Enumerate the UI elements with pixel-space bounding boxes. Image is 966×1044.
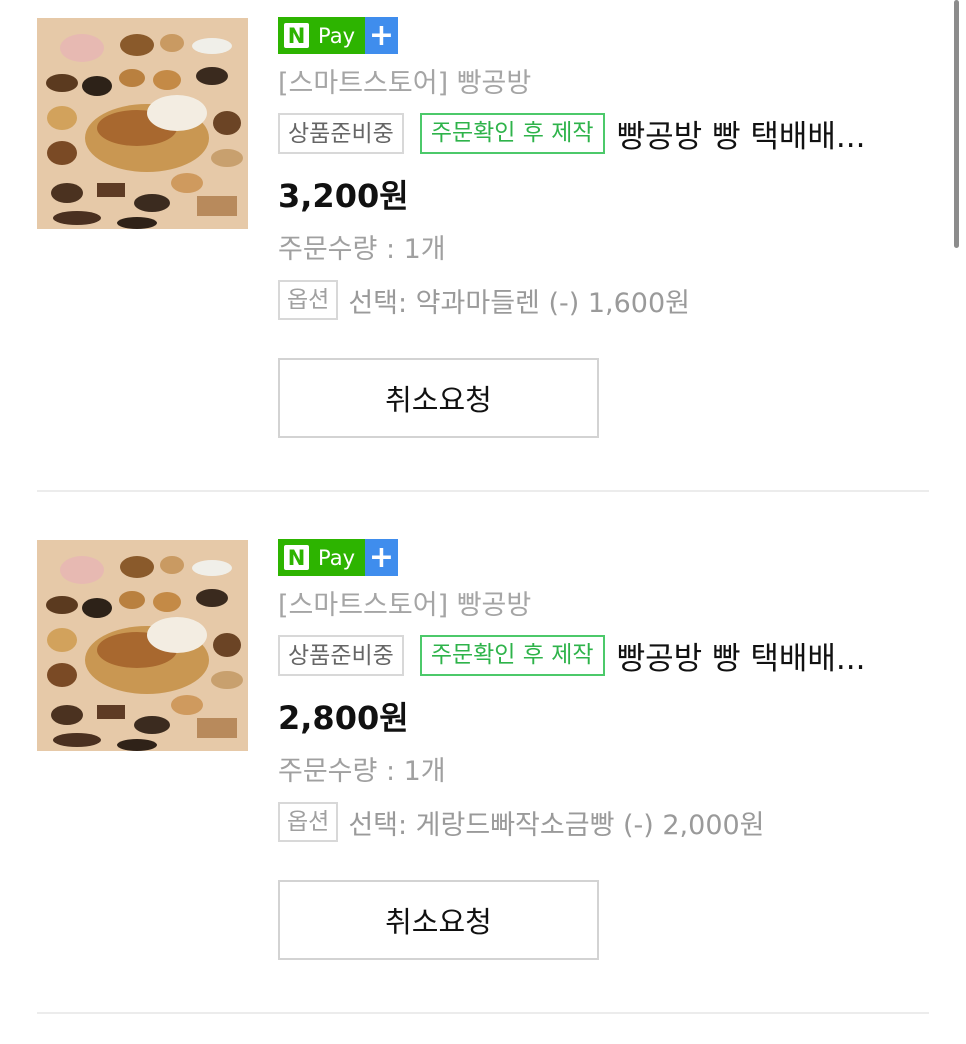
cancel-request-button[interactable]: 취소요청 — [278, 358, 599, 438]
product-name[interactable]: 빵공방 빵 택배배... — [617, 111, 866, 156]
bakery-image — [37, 540, 248, 751]
order-item: N Pay + [스마트스토어] 빵공방 상품준비중 주문확인 후 제작 빵공방… — [0, 0, 966, 522]
plus-icon: + — [365, 539, 398, 576]
product-thumbnail[interactable] — [37, 18, 248, 229]
order-quantity: 주문수량 : 1개 — [278, 234, 446, 265]
product-name[interactable]: 빵공방 빵 택배배... — [617, 633, 866, 678]
tags-row: 상품준비중 주문확인 후 제작 빵공방 빵 택배배... — [278, 111, 938, 156]
order-info: N Pay + [스마트스토어] 빵공방 상품준비중 주문확인 후 제작 빵공방… — [278, 539, 938, 842]
option-text: 선택: 게랑드빠작소금빵 (-) 2,000원 — [348, 809, 765, 841]
tags-row: 상품준비중 주문확인 후 제작 빵공방 빵 택배배... — [278, 633, 938, 678]
divider — [37, 1012, 929, 1014]
option-badge: 옵션 — [278, 802, 339, 842]
order-item: N Pay + [스마트스토어] 빵공방 상품준비중 주문확인 후 제작 빵공방… — [0, 522, 966, 1044]
npay-label: Pay — [318, 23, 356, 48]
make-to-order-badge: 주문확인 후 제작 — [419, 113, 605, 154]
option-badge: 옵션 — [278, 280, 339, 320]
divider — [37, 490, 929, 492]
order-info: N Pay + [스마트스토어] 빵공방 상품준비중 주문확인 후 제작 빵공방… — [278, 17, 938, 320]
make-to-order-badge: 주문확인 후 제작 — [419, 635, 605, 676]
npay-plus-badge: N Pay + — [278, 17, 398, 54]
cancel-request-button[interactable]: 취소요청 — [278, 880, 599, 960]
option-row: 옵션 선택: 약과마들렌 (-) 1,600원 — [278, 280, 938, 320]
npay-n-icon: N — [284, 545, 309, 570]
status-badge: 상품준비중 — [278, 635, 404, 676]
option-text: 선택: 약과마들렌 (-) 1,600원 — [348, 287, 690, 319]
npay-logo: N Pay — [278, 539, 365, 576]
npay-n-icon: N — [284, 23, 309, 48]
option-row: 옵션 선택: 게랑드빠작소금빵 (-) 2,000원 — [278, 802, 938, 842]
order-quantity: 주문수량 : 1개 — [278, 756, 446, 787]
order-list: N Pay + [스마트스토어] 빵공방 상품준비중 주문확인 후 제작 빵공방… — [0, 0, 966, 1044]
npay-logo: N Pay — [278, 17, 365, 54]
store-name[interactable]: [스마트스토어] 빵공방 — [278, 67, 938, 101]
scrollbar[interactable] — [954, 0, 959, 248]
status-badge: 상품준비중 — [278, 113, 404, 154]
bakery-image — [37, 18, 248, 229]
price: 2,800원 — [278, 699, 409, 737]
npay-label: Pay — [318, 545, 356, 570]
price: 3,200원 — [278, 177, 409, 215]
plus-icon: + — [365, 17, 398, 54]
store-name[interactable]: [스마트스토어] 빵공방 — [278, 589, 938, 623]
product-thumbnail[interactable] — [37, 540, 248, 751]
npay-plus-badge: N Pay + — [278, 539, 398, 576]
